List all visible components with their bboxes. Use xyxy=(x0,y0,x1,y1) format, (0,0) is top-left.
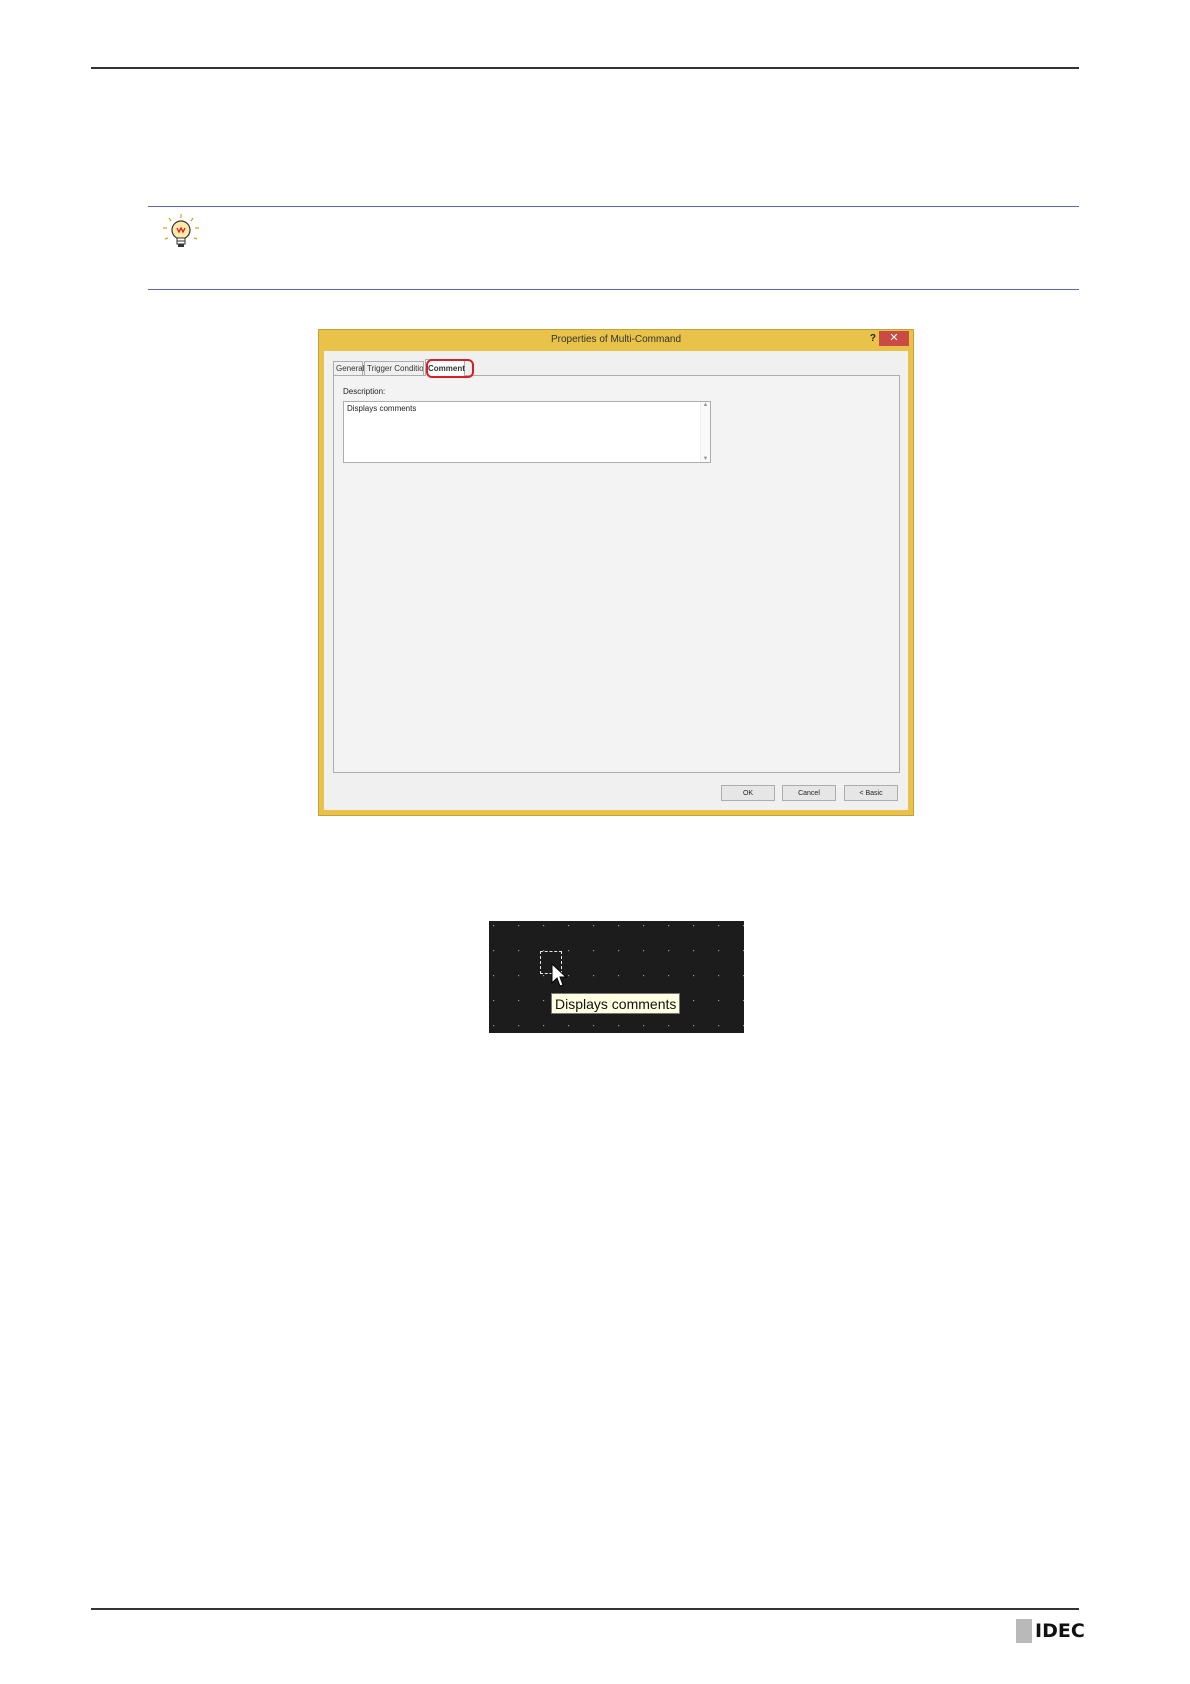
grid-dot xyxy=(743,1025,744,1027)
grid-dot xyxy=(718,1025,720,1027)
grid-dot xyxy=(518,975,520,977)
tab-general[interactable]: General xyxy=(333,361,364,375)
grid-dot xyxy=(668,975,670,977)
grid-dot xyxy=(718,1000,720,1002)
grid-dot xyxy=(693,975,695,977)
grid-dot xyxy=(643,1025,645,1027)
grid-dot xyxy=(618,975,620,977)
grid-dot xyxy=(668,1025,670,1027)
grid-dot xyxy=(518,925,520,927)
grid-dot xyxy=(593,1025,595,1027)
grid-dot xyxy=(643,925,645,927)
grid-dot xyxy=(743,950,744,952)
logo-text: IDEC xyxy=(1035,1620,1085,1642)
grid-dot xyxy=(718,925,720,927)
tab-trigger-condition[interactable]: Trigger Condition xyxy=(364,361,424,375)
comment-tab-highlight xyxy=(426,359,474,378)
lightbulb-icon xyxy=(163,214,199,247)
basic-button[interactable]: < Basic xyxy=(844,785,898,801)
grid-dot xyxy=(618,1025,620,1027)
grid-dot xyxy=(618,950,620,952)
grid-dot xyxy=(568,950,570,952)
properties-dialog: Properties of Multi-Command ? ✕ General … xyxy=(318,329,914,816)
grid-dot xyxy=(668,950,670,952)
scroll-up-icon[interactable]: ▲ xyxy=(701,402,710,408)
grid-dot xyxy=(543,925,545,927)
grid-dot xyxy=(743,1000,744,1002)
grid-dots xyxy=(493,925,744,1027)
grid-dot xyxy=(493,950,495,952)
ok-button[interactable]: OK xyxy=(721,785,775,801)
grid-dot xyxy=(693,1025,695,1027)
note-top-border xyxy=(148,206,1079,207)
comment-panel: Description: Displays comments ▲ ▼ xyxy=(333,375,900,773)
note-bottom-border xyxy=(148,289,1079,290)
grid-dot xyxy=(493,975,495,977)
grid-dot xyxy=(693,950,695,952)
grid-dot xyxy=(518,1000,520,1002)
cancel-button[interactable]: Cancel xyxy=(782,785,836,801)
description-text: Displays comments xyxy=(347,404,417,413)
grid-dot xyxy=(718,950,720,952)
grid-dot xyxy=(643,950,645,952)
screen-preview: Displays comments xyxy=(489,921,744,1033)
logo-mark xyxy=(1016,1619,1032,1643)
description-scrollbar[interactable]: ▲ ▼ xyxy=(700,402,710,462)
grid-dot xyxy=(493,1025,495,1027)
footer-rule xyxy=(91,1608,1079,1610)
grid-dot xyxy=(693,925,695,927)
grid-dot xyxy=(568,975,570,977)
grid-dot xyxy=(543,1025,545,1027)
grid-dot xyxy=(718,975,720,977)
grid-dot xyxy=(543,1000,545,1002)
mouse-pointer-icon xyxy=(551,963,567,987)
grid-dot xyxy=(643,975,645,977)
grid-dot xyxy=(668,925,670,927)
header-rule xyxy=(91,67,1079,69)
grid-dot xyxy=(593,950,595,952)
idec-logo: IDEC xyxy=(1016,1619,1085,1645)
dialog-titlebar: Properties of Multi-Command ? ✕ xyxy=(319,330,913,350)
close-button[interactable]: ✕ xyxy=(879,331,909,346)
grid-dot xyxy=(743,925,744,927)
scroll-down-icon[interactable]: ▼ xyxy=(701,456,710,462)
help-button[interactable]: ? xyxy=(870,333,876,344)
grid-dot xyxy=(618,925,620,927)
comment-tooltip: Displays comments xyxy=(551,993,681,1014)
grid-dot xyxy=(693,1000,695,1002)
grid-dot xyxy=(493,925,495,927)
grid-dot xyxy=(543,975,545,977)
grid-dot xyxy=(593,975,595,977)
grid-dot xyxy=(743,975,744,977)
description-textarea[interactable]: Displays comments ▲ ▼ xyxy=(343,401,711,463)
description-label: Description: xyxy=(343,387,386,396)
dialog-title: Properties of Multi-Command xyxy=(550,334,682,345)
grid-dot xyxy=(518,950,520,952)
grid-dot xyxy=(593,925,595,927)
dialog-client-area: General Trigger Condition Comment Descri… xyxy=(324,351,908,810)
grid-dot xyxy=(568,925,570,927)
grid-dot xyxy=(493,1000,495,1002)
grid-dot xyxy=(518,1025,520,1027)
grid-dot xyxy=(568,1025,570,1027)
